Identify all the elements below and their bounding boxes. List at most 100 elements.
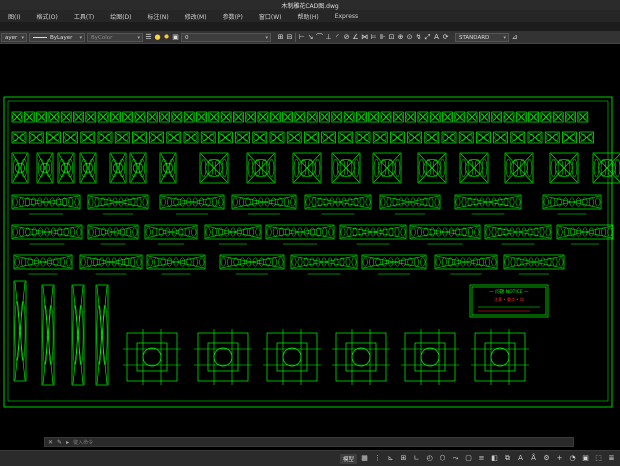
color-combo[interactable]: ByColor ▾ — [87, 33, 143, 42]
aligned-dimension-icon[interactable]: ↘ — [307, 34, 314, 42]
selection-cycling-icon[interactable]: ⧉ — [503, 453, 512, 463]
layer-state-value: 0 — [185, 34, 189, 41]
menu-item-insert[interactable]: 图(I) — [0, 12, 28, 21]
dim-update-icon[interactable]: ⟳ — [442, 34, 449, 42]
layer-combo[interactable]: ayer ▾ — [1, 33, 27, 42]
isodraft-icon[interactable]: ⬡ — [438, 453, 447, 463]
ornament-curl — [528, 257, 534, 267]
infer-icon[interactable]: ⊾ — [386, 453, 395, 463]
tolerance-icon[interactable]: ⊡ — [388, 34, 395, 42]
menu-item-parametric[interactable]: 参数(P) — [215, 12, 251, 21]
ornament-curl — [31, 197, 37, 207]
ornament-curl — [239, 197, 245, 207]
dimension-style-value: STANDARD — [459, 34, 490, 41]
menu-item-draw[interactable]: 绘图(D) — [102, 12, 139, 21]
ornament-curl — [314, 158, 321, 178]
angular-icon[interactable]: ∠ — [352, 34, 359, 42]
menu-item-dimension[interactable]: 标注(N) — [140, 12, 177, 21]
drawing-canvas[interactable]: 一 问题 NOTICE 一注意 • 重点 • 如 — [0, 45, 620, 437]
ornament-curl — [575, 197, 581, 207]
ortho-icon[interactable]: ∟ — [412, 453, 421, 463]
quick-dimension-icon[interactable]: ⋈ — [361, 34, 368, 42]
ornament-curl — [329, 197, 335, 207]
dimension-style-icon[interactable]: ⊿ — [511, 34, 518, 42]
menu-item-window[interactable]: 窗口(W) — [251, 12, 290, 21]
lock-icon[interactable]: ▣ — [172, 34, 179, 42]
diameter-icon[interactable]: ⊘ — [343, 34, 350, 42]
ornament-curl — [311, 197, 317, 207]
lineweight-icon[interactable]: ≡ — [477, 453, 486, 463]
ornament-curl — [315, 257, 321, 267]
ornament-curl — [416, 197, 422, 207]
dimension-style-combo[interactable]: STANDARD ▾ — [455, 33, 509, 42]
ornament-curl — [102, 304, 108, 366]
polar-icon[interactable]: ◴ — [425, 453, 434, 463]
drawing-frame-inner — [7, 100, 609, 402]
ornament-curl — [369, 257, 375, 267]
annotation-scale-icon[interactable]: A — [516, 453, 525, 463]
center-mark-icon[interactable]: ⊕ — [397, 34, 404, 42]
continue-icon[interactable]: ⊪ — [379, 34, 386, 42]
ornament-curl — [346, 227, 352, 237]
linetype-combo[interactable]: ByLayer ▾ — [29, 33, 85, 42]
chevron-down-icon[interactable]: ▸ — [66, 439, 69, 446]
ornament-curl — [66, 257, 72, 267]
model-tab[interactable]: 模型 — [340, 454, 358, 464]
ornament-curl — [191, 227, 197, 237]
status-bar: 模型 ▦ ⋮ ⊾ ⊞ ∟ ◴ ⬡ ⤳ ▢ ≡ ◧ ⧉ A Å ⚙ + ◔ ▣ ⬚… — [0, 450, 620, 466]
ornament-curl — [588, 197, 594, 207]
command-line[interactable]: ✕ ✎ ▸ 键入命令 — [44, 437, 574, 447]
ornament-curl — [94, 227, 100, 237]
command-input[interactable]: 键入命令 — [73, 439, 93, 446]
close-icon[interactable]: ✕ — [48, 439, 53, 446]
plus-icon[interactable]: + — [555, 453, 564, 463]
baseline-icon[interactable]: ⊨ — [370, 34, 377, 42]
lightbulb-icon[interactable]: ● — [154, 34, 161, 42]
inspect-icon[interactable]: ⊙ — [406, 34, 413, 42]
radius-icon[interactable]: ◜ — [334, 34, 341, 42]
object-snap-icon[interactable]: ▢ — [464, 453, 473, 463]
snap-icon[interactable]: ⋮ — [373, 453, 382, 463]
edit-dimension-icon[interactable]: ⤢ — [424, 34, 431, 42]
ornament-curl — [112, 197, 118, 207]
menu-item-modify[interactable]: 修改(M) — [177, 12, 215, 21]
ornament-curl — [436, 227, 442, 237]
workspace-gear-icon[interactable]: ⚙ — [542, 453, 551, 463]
ordinate-icon[interactable]: ⊥ — [325, 34, 332, 42]
ornament-curl — [434, 197, 440, 207]
layer-icon[interactable]: ⊞ — [277, 34, 284, 42]
arc-length-icon[interactable]: ⌒ — [316, 34, 323, 42]
dynamic-input-icon[interactable]: ⊞ — [399, 453, 408, 463]
menu-item-express[interactable]: Express — [327, 13, 366, 20]
menu-item-help[interactable]: 帮助(H) — [290, 12, 327, 21]
ornament-curl — [595, 197, 601, 207]
ornament-curl — [388, 257, 394, 267]
color-combo-value: ByColor — [91, 34, 113, 41]
hardware-acceleration-icon[interactable]: ▣ — [581, 453, 590, 463]
sun-icon[interactable]: ✹ — [163, 34, 170, 42]
isolate-icon[interactable]: ◔ — [568, 453, 577, 463]
menu-item-format[interactable]: 格式(O) — [28, 12, 65, 21]
ornament-curl — [199, 257, 205, 267]
linear-dimension-icon[interactable]: ⊢ — [298, 34, 305, 42]
jogged-icon[interactable]: ↯ — [415, 34, 422, 42]
ornament-curl — [359, 197, 365, 207]
menu-item-tools[interactable]: 工具(T) — [66, 12, 102, 21]
ornament-curl — [333, 257, 339, 267]
ornament-curl — [576, 227, 582, 237]
grid-icon[interactable]: ▦ — [360, 453, 369, 463]
annotation-visibility-icon[interactable]: Å — [529, 453, 538, 463]
object-snap-tracking-icon[interactable]: ⤳ — [451, 453, 460, 463]
wrench-icon[interactable]: ✎ — [57, 439, 62, 446]
layer-state-combo[interactable]: 0 ▾ — [181, 33, 271, 42]
ornament-curl — [37, 197, 43, 207]
customize-menu-icon[interactable]: ≣ — [607, 453, 616, 463]
ornament-curl — [305, 197, 311, 207]
ornament-curl — [45, 158, 53, 178]
dim-text-edit-icon[interactable]: A — [433, 34, 440, 42]
layer-match-icon[interactable]: ⊟ — [286, 34, 293, 42]
clean-screen-icon[interactable]: ⬚ — [594, 453, 603, 463]
ornament-curl — [401, 257, 407, 267]
transparency-icon[interactable]: ◧ — [490, 453, 499, 463]
layer-properties-icon[interactable]: ☰ — [145, 34, 152, 42]
